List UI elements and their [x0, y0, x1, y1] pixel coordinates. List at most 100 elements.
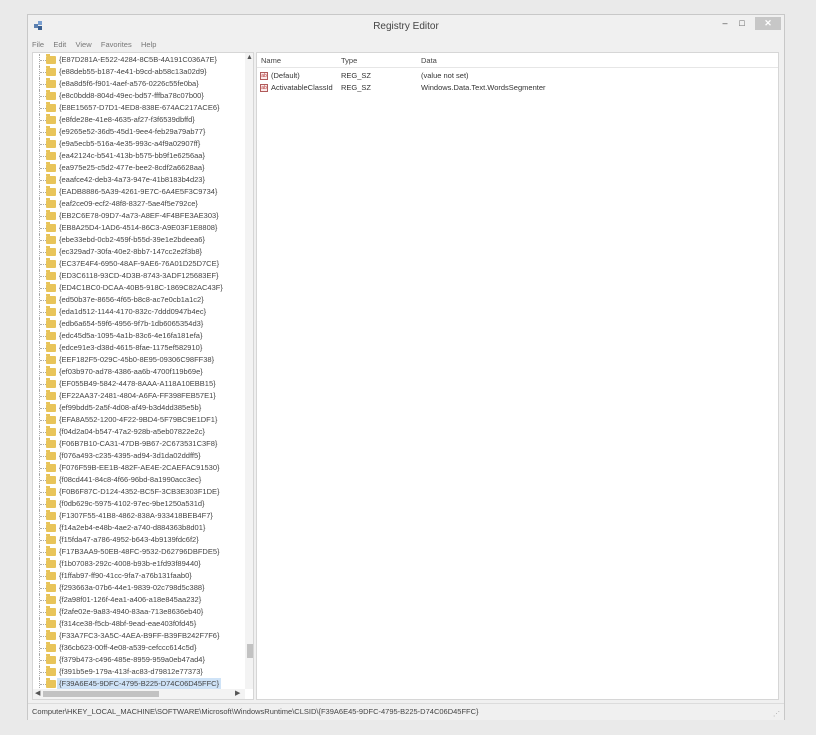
column-header-data[interactable]: Data: [421, 56, 437, 65]
close-button[interactable]: ✕: [755, 17, 781, 30]
folder-icon: [46, 138, 56, 148]
folder-icon: [46, 558, 56, 568]
tree-item-label: {f1ffab97-ff90-41cc-9fa7-a76b131faab0}: [59, 571, 192, 580]
folder-icon: [46, 570, 56, 580]
tree-vertical-scroll-thumb[interactable]: [247, 644, 253, 658]
header-divider: [257, 67, 778, 68]
tree-item-label: {EF22AA37-2481-4804-A6FA-FF398FEB57E1}: [59, 391, 216, 400]
folder-icon: [46, 426, 56, 436]
folder-icon: [46, 606, 56, 616]
status-path: Computer\HKEY_LOCAL_MACHINE\SOFTWARE\Mic…: [32, 707, 479, 716]
menu-file[interactable]: File: [32, 40, 44, 49]
menu-bar: File Edit View Favorites Help: [32, 40, 163, 51]
tree-item-label: {E87D281A-E522-4284-8C5B-4A191C036A7E}: [59, 55, 218, 64]
value-name: ActivatableClassId: [271, 83, 333, 92]
tree-item-label: {EC37E4F4-6950-48AF-9AE6-76A01D25D7CE}: [59, 259, 220, 268]
value-name: (Default): [271, 71, 300, 80]
string-value-icon: ab: [260, 84, 268, 92]
tree-item-label: {f14a2eb4-e48b-4ae2-a740-d884363b8d01}: [59, 523, 206, 532]
folder-icon: [46, 678, 56, 688]
folder-icon: [46, 510, 56, 520]
folder-icon: [46, 342, 56, 352]
tree-item-label: {ef03b970-ad78-4386-aa6b-4700f119b69e}: [59, 367, 203, 376]
values-pane[interactable]: Name Type Data ab (Default) REG_SZ (valu…: [256, 52, 779, 700]
tree-item-label: {edce91e3-d38d-4615-8fae-1175ef582910}: [59, 343, 203, 352]
resize-grip-icon[interactable]: ⋰: [773, 710, 780, 718]
folder-icon: [46, 150, 56, 160]
tree-item-label: {e8c0bdd8-804d-49ec-bd57-fffba78c07b00}: [59, 91, 204, 100]
tree-item-label: {ea42124c-b541-413b-b575-bb9f1e6256aa}: [59, 151, 205, 160]
tree-item-label: {F1307F55-41B8-4862-838A-933418BEB4F7}: [59, 511, 213, 520]
tree-item-label: {f379b473-c496-485e-8959-959a0eb47ad4}: [59, 655, 205, 664]
tree-item-label: {f2afe02e-9a83-4940-83aa-713e8636eb40}: [59, 607, 204, 616]
folder-icon: [46, 102, 56, 112]
folder-icon: [46, 414, 56, 424]
tree-item-label: {eaf2ce09-ecf2-48f8-8327-5ae4f5e792ce}: [59, 199, 198, 208]
folder-icon: [46, 222, 56, 232]
folder-icon: [46, 126, 56, 136]
tree-item-label: {F17B3AA9-50EB-48FC-9532-D62796DBFDE5}: [59, 547, 220, 556]
folder-icon: [46, 174, 56, 184]
scroll-up-arrow-icon[interactable]: ▲: [246, 54, 253, 61]
tree-item-label: {ef99bdd5-2a5f-4d08-af49-b3d4dd385e5b}: [59, 403, 202, 412]
folder-icon: [46, 438, 56, 448]
folder-icon: [46, 522, 56, 532]
tree-item-label: {f293663a-07b6-44e1-9839-02c798d5c388}: [59, 583, 205, 592]
folder-icon: [46, 270, 56, 280]
value-data: Windows.Data.Text.WordsSegmenter: [421, 83, 546, 92]
tree-vertical-scrollbar[interactable]: ▲: [245, 53, 253, 689]
tree-item-label: {EFA8A552-1200-4F22-9BD4-5F79BC9E1DF1}: [59, 415, 218, 424]
folder-icon: [46, 330, 56, 340]
value-type: REG_SZ: [341, 83, 372, 92]
tree-item-label: {e9265e52-36d5-45d1-9ee4-feb29a79ab77}: [59, 127, 206, 136]
menu-help[interactable]: Help: [141, 40, 156, 49]
scroll-left-arrow-icon[interactable]: ◀: [35, 689, 40, 697]
folder-icon: [46, 306, 56, 316]
folder-icon: [46, 294, 56, 304]
menu-view[interactable]: View: [76, 40, 92, 49]
tree-item-label: {ea975e25-c5d2-477e-bee2-8cdf2a6628aa}: [59, 163, 205, 172]
minimize-button[interactable]: –: [718, 17, 732, 30]
tree-item-label: {EB2C6E78-09D7-4a73-A8EF-4F4BFE3AE303}: [59, 211, 219, 220]
tree-item-label: {EADB8886-5A39-4261-9E7C-6A4E5F3C9734}: [59, 187, 218, 196]
tree-horizontal-scrollbar[interactable]: ◀ ▶: [33, 689, 245, 699]
tree-item-label: {eaafce42-deb3-4a73-947e-41b8183b4d23}: [59, 175, 205, 184]
folder-icon: [46, 666, 56, 676]
folder-icon: [46, 642, 56, 652]
column-header-name[interactable]: Name: [261, 56, 281, 65]
tree-item-label: {E8E15657-D7D1-4ED8-838E-674AC217ACE6}: [59, 103, 220, 112]
folder-icon: [46, 198, 56, 208]
value-data: (value not set): [421, 71, 469, 80]
folder-icon: [46, 234, 56, 244]
folder-icon: [46, 618, 56, 628]
tree-item-label: {EB8A25D4-1AD6-4514-86C3-A9E03F1E8808}: [59, 223, 218, 232]
status-bar: Computer\HKEY_LOCAL_MACHINE\SOFTWARE\Mic…: [28, 703, 784, 720]
tree-horizontal-scroll-thumb[interactable]: [43, 691, 159, 697]
scroll-right-arrow-icon[interactable]: ▶: [235, 689, 240, 697]
menu-favorites[interactable]: Favorites: [101, 40, 132, 49]
registry-editor-window: Registry Editor – □ ✕ File Edit View Fav…: [27, 14, 785, 720]
folder-icon: [46, 54, 56, 64]
menu-edit[interactable]: Edit: [53, 40, 66, 49]
tree-item-label: {e8fde28e-41e8-4635-af27-f3f6539dbffd}: [59, 115, 195, 124]
maximize-button[interactable]: □: [735, 17, 749, 30]
tree-item-label: {ED4C1BC0-DCAA-40B5-918C-1869C82AC43F}: [59, 283, 223, 292]
key-tree-pane[interactable]: {F39A6E45-9DFC-4795-B225-D74C06D45FFC} {f…: [32, 52, 254, 700]
column-header-type[interactable]: Type: [341, 56, 357, 65]
tree-item-label: {ED3C6118-93CD-4D3B-8743-3ADF125683EF}: [59, 271, 219, 280]
tree-item-label: {f391b5e9-179a-413f-ac83-d79812e77373}: [59, 667, 203, 676]
folder-icon: [46, 378, 56, 388]
title-bar[interactable]: Registry Editor – □ ✕: [28, 15, 784, 38]
folder-icon: [46, 246, 56, 256]
folder-icon: [46, 366, 56, 376]
folder-icon: [46, 534, 56, 544]
tree-item-label: {e8a8d5f6-f901-4aef-a576-0226c55fe0ba}: [59, 79, 199, 88]
tree-item-label: {edb6a654-59f6-4956-9f7b-1db6065354d3}: [59, 319, 204, 328]
tree-item-label: {ebe33ebd-0cb2-459f-b55d-39e1e2bdeea6}: [59, 235, 205, 244]
folder-icon: [46, 462, 56, 472]
tree-item-label: {eda1d512-1144-4170-832c-7ddd0947b4ec}: [59, 307, 207, 316]
tree-item-label: {F06B7B10-CA31-47DB-9B67-2C673531C3F8}: [59, 439, 218, 448]
folder-icon: [46, 318, 56, 328]
tree-item-label: {f15fda47-a786-4952-b643-4b9139fdc6f2}: [59, 535, 199, 544]
tree-item-label: {e9a5ecb5-516a-4e35-993c-a4f9a02907ff}: [59, 139, 201, 148]
